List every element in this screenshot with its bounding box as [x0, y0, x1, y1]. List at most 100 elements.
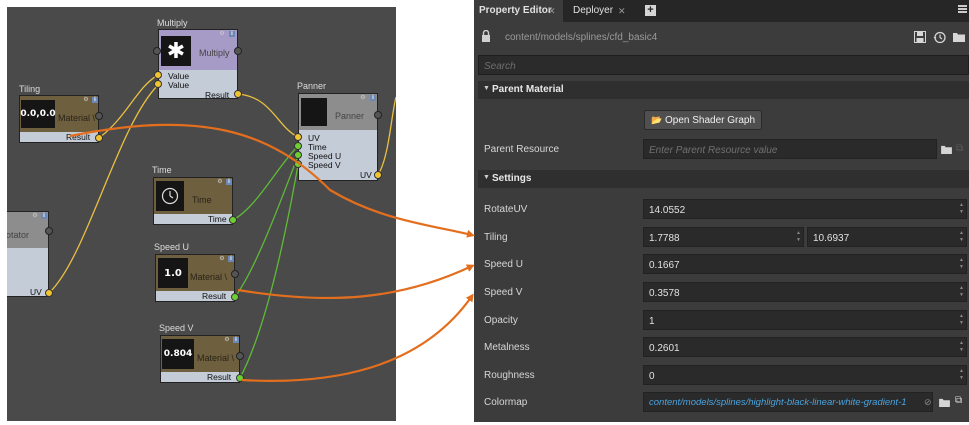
- speed-v-output-port[interactable]: [236, 374, 244, 382]
- metalness-input[interactable]: [644, 339, 966, 358]
- node-info-icon[interactable]: i: [233, 337, 239, 343]
- tab-bar: Property Editor ✕ Deployer ✕ +: [474, 0, 969, 22]
- multiply-input-port[interactable]: [154, 71, 162, 79]
- node-settings-icon[interactable]: ⚙: [219, 31, 225, 37]
- tiling-thumbnail: 0.0,0.0: [20, 100, 56, 128]
- speed-v-node-title: Speed V: [159, 323, 194, 333]
- save-icon[interactable]: [914, 31, 926, 43]
- open-shader-graph-button[interactable]: 📂 Open Shader Graph: [644, 110, 763, 130]
- lock-icon[interactable]: [481, 30, 491, 43]
- node-settings-icon[interactable]: ⚙: [219, 256, 225, 262]
- speed-v-field[interactable]: ▲▼: [643, 282, 967, 303]
- tiling-y-field[interactable]: ▲▼: [807, 227, 967, 248]
- shader-graph-canvas[interactable]: Multiply ✱ Multiply ⚙ i Value Value Resu…: [7, 7, 396, 421]
- node-settings-icon[interactable]: ⚙: [83, 97, 89, 103]
- collapse-caret-icon[interactable]: ▼: [483, 174, 490, 181]
- opacity-input[interactable]: [644, 312, 966, 331]
- multiply-port-left[interactable]: [153, 47, 161, 55]
- close-icon[interactable]: ✕: [548, 6, 556, 17]
- panner-output-port[interactable]: [374, 171, 382, 179]
- colormap-path-link[interactable]: content/models/splines/highlight-black-l…: [649, 397, 907, 408]
- external-link-icon[interactable]: ⧉: [955, 395, 962, 407]
- multiply-output-port[interactable]: [234, 90, 242, 98]
- section-title: Parent Material: [492, 84, 564, 95]
- link-speedu-to-panner: [234, 155, 299, 298]
- spinner-arrows-icon[interactable]: ▲ ▼: [959, 313, 964, 327]
- node-info-icon[interactable]: i: [41, 213, 47, 219]
- spinner-arrows-icon[interactable]: ▲ ▼: [959, 202, 964, 216]
- node-settings-icon[interactable]: ⚙: [360, 95, 366, 101]
- search-field[interactable]: [478, 55, 969, 76]
- spinner-arrows-icon[interactable]: ▲ ▼: [959, 257, 964, 271]
- multiply-input-port[interactable]: [154, 80, 162, 88]
- speed-u-port-right[interactable]: [231, 270, 239, 278]
- link-multiply-to-panner: [237, 93, 299, 138]
- close-icon[interactable]: ✕: [618, 6, 626, 17]
- roughness-input[interactable]: [644, 367, 966, 386]
- node-info-icon[interactable]: i: [228, 256, 234, 262]
- rotate-uv-field[interactable]: ▲▼: [643, 199, 967, 220]
- multiply-output-label: Result: [205, 90, 230, 100]
- spinner-arrows-icon[interactable]: ▲ ▼: [959, 230, 964, 244]
- opacity-field[interactable]: ▲▼: [643, 310, 967, 331]
- search-input[interactable]: [479, 57, 968, 76]
- spinner-arrows-icon[interactable]: ▲ ▼: [959, 285, 964, 299]
- metalness-field[interactable]: ▲▼: [643, 337, 967, 358]
- rotator-output-port[interactable]: [45, 289, 53, 297]
- history-icon[interactable]: [933, 31, 946, 44]
- panner-input-port-speed-v[interactable]: [294, 160, 302, 168]
- parent-resource-field[interactable]: [643, 139, 937, 160]
- node-settings-icon[interactable]: ⚙: [224, 337, 230, 343]
- clear-icon[interactable]: ⊘: [924, 396, 932, 408]
- tiling-x-input[interactable]: [644, 229, 803, 248]
- speed-u-field[interactable]: ▲▼: [643, 254, 967, 275]
- node-info-icon[interactable]: i: [229, 31, 235, 37]
- spinner-arrows-icon[interactable]: ▲ ▼: [959, 368, 964, 382]
- panner-input-port-speed-u[interactable]: [294, 151, 302, 159]
- speed-v-input[interactable]: [644, 284, 966, 303]
- roughness-field[interactable]: ▲▼: [643, 365, 967, 386]
- panner-input-port-time[interactable]: [294, 142, 302, 150]
- tiling-port-right[interactable]: [95, 112, 103, 120]
- node-info-icon[interactable]: i: [92, 97, 98, 103]
- property-label: Parent Resource: [484, 144, 560, 155]
- time-output-label: Time: [208, 214, 227, 224]
- node-info-icon[interactable]: i: [370, 95, 376, 101]
- folder-icon[interactable]: [953, 32, 965, 42]
- speed-v-port-right[interactable]: [236, 352, 244, 360]
- panner-input-port-uv[interactable]: [294, 133, 302, 141]
- parent-resource-input[interactable]: [644, 141, 936, 160]
- node-settings-icon[interactable]: ⚙: [32, 213, 38, 219]
- speed-u-node-title: Speed U: [154, 242, 190, 252]
- colormap-row: Colormap content/models/splines/highligh…: [478, 390, 969, 416]
- node-info-icon[interactable]: i: [226, 179, 232, 185]
- folder-icon[interactable]: [939, 398, 950, 407]
- folder-icon[interactable]: [941, 145, 952, 154]
- spinner-arrows-icon[interactable]: ▲ ▼: [796, 230, 801, 244]
- multiply-port-right[interactable]: [234, 47, 242, 55]
- rotator-port-right[interactable]: [45, 227, 53, 235]
- time-output-port[interactable]: [229, 216, 237, 224]
- tiling-y-input[interactable]: [808, 229, 966, 248]
- time-thumbnail: [156, 181, 184, 211]
- tiling-head-label: Material \: [58, 113, 96, 123]
- speed-u-head-label: Material \: [190, 272, 228, 282]
- property-label: Metalness: [484, 342, 530, 353]
- speed-u-output-port[interactable]: [231, 293, 239, 301]
- node-settings-icon[interactable]: ⚙: [217, 179, 223, 185]
- external-link-icon[interactable]: ⧉: [956, 143, 963, 155]
- link-panner-out: [377, 96, 396, 176]
- rotate-uv-input[interactable]: [644, 201, 966, 220]
- collapse-caret-icon[interactable]: ▼: [483, 85, 490, 92]
- spinner-arrows-icon[interactable]: ▲ ▼: [959, 340, 964, 354]
- speed-u-input[interactable]: [644, 256, 966, 275]
- panner-port-right[interactable]: [374, 111, 382, 119]
- tiling-output-port[interactable]: [95, 134, 103, 142]
- menu-icon[interactable]: [958, 5, 967, 14]
- add-tab-button[interactable]: +: [645, 5, 656, 16]
- tiling-x-field[interactable]: ▲▼: [643, 227, 804, 248]
- multiply-head-label: Multiply: [199, 48, 230, 58]
- colormap-field[interactable]: content/models/splines/highlight-black-l…: [643, 392, 933, 412]
- parent-material-section-header[interactable]: ▼ Parent Material: [478, 81, 969, 99]
- settings-section-header[interactable]: ▼ Settings: [478, 170, 969, 188]
